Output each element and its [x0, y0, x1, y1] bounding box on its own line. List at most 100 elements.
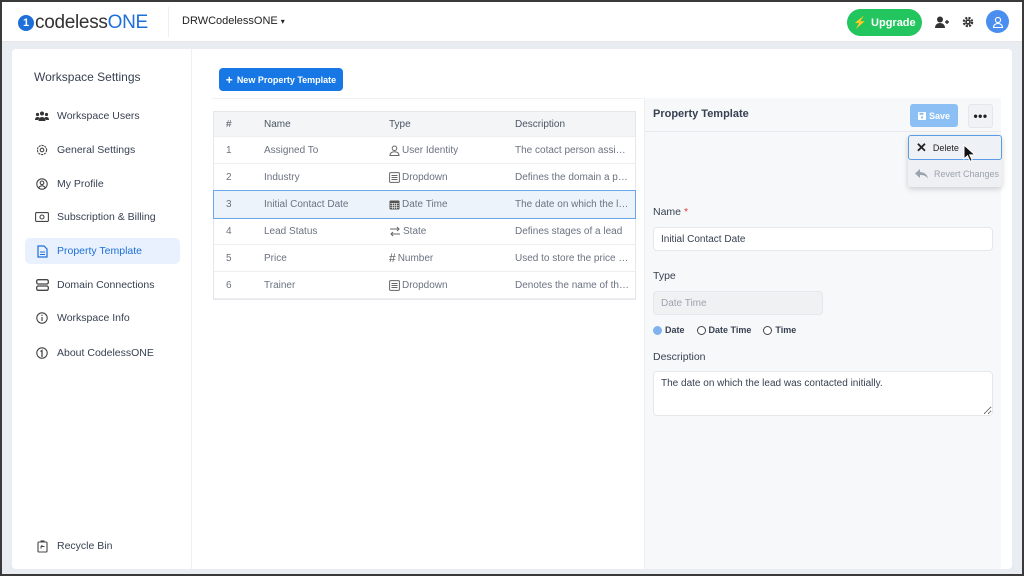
document-icon [35, 244, 49, 258]
lightning-icon: ⚡ [853, 17, 868, 29]
more-options-button[interactable]: ••• [968, 104, 993, 128]
row-name: Industry [264, 171, 300, 183]
table-row[interactable]: 3 Initial Contact Date Date Time The date o… [213, 190, 636, 219]
date-format-radio-group: Date Date Time Time [653, 325, 796, 335]
recycle-bin-label: Recycle Bin [57, 540, 113, 552]
table-header: # Name Type Description [214, 112, 635, 137]
sidebar-item-property-template[interactable]: Property Template [25, 238, 180, 264]
gear-icon [35, 143, 49, 157]
logo-text: codelessONE [35, 12, 148, 34]
row-number: 6 [226, 279, 232, 291]
floppy-disk-icon [917, 111, 926, 120]
profile-icon [35, 177, 49, 191]
menu-item-revert-changes[interactable]: Revert Changes [908, 161, 1002, 186]
workspace-name: DRWCodelessONE [182, 15, 278, 27]
top-bar: 1 codelessONE DRWCodelessONE ▾ ⚡ Upgrade [2, 2, 1022, 42]
row-type-label: Dropdown [402, 171, 448, 183]
property-template-panel: Property Template Save ••• ✕ Delete Reve… [644, 98, 1002, 569]
row-description: Used to store the price o... [515, 252, 633, 264]
column-header-name[interactable]: Name [264, 119, 389, 130]
radio-date-time[interactable]: Date Time [696, 325, 752, 335]
recycle-bin-icon [35, 539, 49, 553]
billing-icon [35, 210, 49, 224]
row-name: Trainer [264, 279, 296, 291]
row-description: Denotes the name of the... [515, 279, 633, 291]
sidebar-item-workspace-info[interactable]: Workspace Info [25, 305, 180, 331]
row-type-label: Number [397, 252, 434, 264]
row-description: The date on which the le... [515, 198, 633, 210]
hash-icon: # [389, 251, 396, 265]
user-icon [389, 145, 400, 156]
plus-icon: + [225, 72, 233, 87]
sidebar-item-about-codelessone[interactable]: About CodelessONE [25, 340, 180, 366]
logo-mark-icon: 1 [18, 15, 34, 31]
row-name: Assigned To [264, 144, 319, 156]
users-icon [35, 109, 49, 123]
table-row[interactable]: 2 Industry Dropdown Defines the domain a pe… [214, 164, 635, 191]
row-number: 1 [226, 144, 232, 156]
table-row[interactable]: 4 Lead Status State Defines stages of a lea… [214, 218, 635, 245]
radio-label: Date Time [708, 325, 752, 335]
sidebar: Workspace Settings Workspace Users Gener… [12, 49, 192, 569]
table-row[interactable]: 1 Assigned To User Identity The cotact pers… [214, 137, 635, 164]
list-icon [389, 279, 400, 291]
sidebar-item-label: General Settings [57, 144, 136, 156]
sidebar-item-general-settings[interactable]: General Settings [25, 137, 180, 163]
column-header-description[interactable]: Description [515, 119, 635, 130]
panel-header: Property Template Save ••• [645, 98, 1001, 132]
radio-date[interactable]: Date [653, 325, 685, 335]
mouse-cursor-icon [963, 144, 977, 162]
table-row[interactable]: 5 Price # Number Used to store the price o..… [214, 245, 635, 272]
table-body: 1 Assigned To User Identity The cotact pers… [213, 137, 636, 299]
required-marker: * [683, 206, 689, 218]
sidebar-item-label: My Profile [57, 178, 104, 190]
logo[interactable]: 1 codelessONE [18, 12, 148, 34]
workspace-switcher[interactable]: DRWCodelessONE ▾ [182, 15, 285, 27]
sidebar-item-workspace-users[interactable]: Workspace Users [25, 103, 180, 129]
row-type-label: State [403, 225, 427, 237]
radio-time[interactable]: Time [763, 325, 796, 335]
upgrade-button[interactable]: ⚡ Upgrade [847, 9, 922, 36]
name-label-text: Name [653, 206, 682, 218]
divider [168, 7, 169, 37]
user-avatar[interactable] [986, 10, 1009, 33]
upgrade-label: Upgrade [871, 16, 916, 29]
name-input[interactable] [653, 227, 993, 251]
delete-label: Delete [932, 142, 959, 153]
new-button-label: New Property Template [236, 74, 337, 85]
description-textarea[interactable]: The date on which the lead was contacted… [653, 371, 993, 416]
sidebar-item-subscription-billing[interactable]: Subscription & Billing [25, 204, 180, 230]
list-icon [389, 171, 400, 183]
radio-label: Date [665, 325, 685, 335]
more-options-menu: ✕ Delete Revert Changes [908, 135, 1002, 187]
sidebar-item-my-profile[interactable]: My Profile [25, 171, 180, 197]
save-button[interactable]: Save [910, 104, 958, 127]
save-label: Save [928, 110, 951, 121]
state-icon [389, 226, 401, 237]
settings-gear-icon[interactable] [960, 14, 976, 30]
new-property-template-button[interactable]: + New Property Template [219, 68, 343, 91]
settings-card: Workspace Settings Workspace Users Gener… [12, 49, 1012, 569]
column-header-type[interactable]: Type [389, 119, 515, 130]
description-label: Description [653, 351, 706, 363]
sidebar-item-label: Workspace Users [57, 110, 140, 122]
server-icon [35, 278, 49, 292]
row-type: User Identity [389, 145, 515, 156]
table-row[interactable]: 6 Trainer Dropdown Denotes the name of the.… [214, 272, 635, 299]
radio-label: Time [775, 325, 797, 335]
column-header-number[interactable]: # [214, 119, 264, 130]
sidebar-item-label: Domain Connections [57, 279, 155, 291]
row-type-label: Dropdown [402, 279, 448, 291]
sidebar-item-recycle-bin[interactable]: Recycle Bin [25, 533, 180, 559]
app-window: 1 codelessONE DRWCodelessONE ▾ ⚡ Upgrade… [2, 2, 1022, 574]
row-type: State [389, 226, 515, 237]
radio-indicator [696, 325, 706, 335]
row-name: Lead Status [264, 225, 318, 237]
caret-down-icon: ▾ [280, 16, 285, 26]
sidebar-item-domain-connections[interactable]: Domain Connections [25, 272, 180, 298]
info-icon [35, 311, 49, 325]
user-icon [992, 16, 1003, 28]
name-label: Name * [653, 206, 688, 218]
menu-item-delete[interactable]: ✕ Delete [908, 135, 1002, 160]
add-user-icon[interactable] [934, 14, 950, 30]
